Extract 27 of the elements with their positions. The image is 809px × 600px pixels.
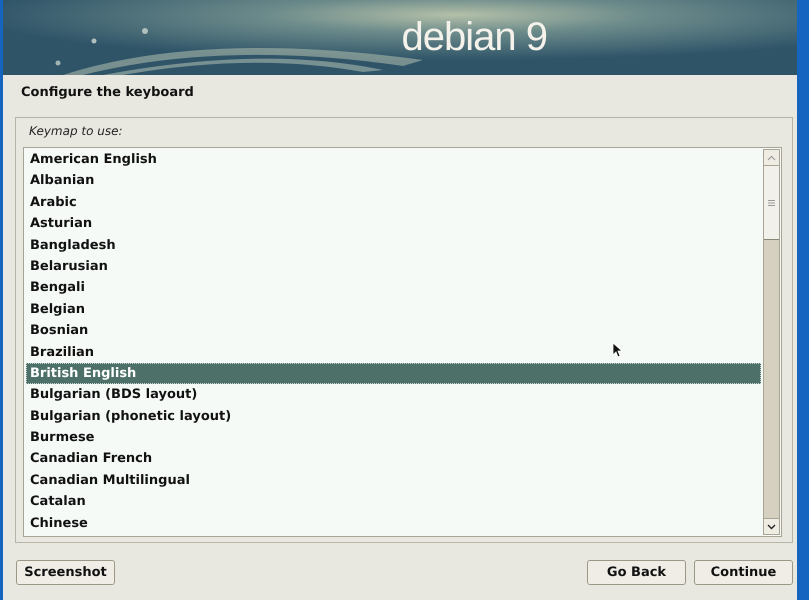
list-item[interactable]: Belarusian: [26, 256, 761, 278]
scrollbar[interactable]: [763, 149, 780, 535]
screenshot-button[interactable]: Screenshot: [16, 560, 115, 585]
list-item[interactable]: Bosnian: [26, 320, 761, 342]
list-item[interactable]: Canadian Multilingual: [26, 470, 761, 492]
list-item[interactable]: American English: [26, 149, 761, 170]
list-item[interactable]: Albanian: [26, 170, 761, 192]
list-item[interactable]: Catalan: [26, 491, 761, 513]
list-item[interactable]: Chinese: [26, 512, 761, 534]
grip-icon[interactable]: [768, 200, 775, 206]
list-item[interactable]: Bulgarian (phonetic layout): [26, 406, 761, 428]
wizard-button[interactable]: Go Back: [587, 560, 686, 585]
list-item[interactable]: Asturian: [26, 213, 761, 235]
list-item[interactable]: British English: [26, 362, 761, 384]
logo-text: debian 9: [402, 15, 547, 60]
mouse-pointer-icon: [612, 342, 622, 358]
list-item[interactable]: Arabic: [26, 192, 761, 214]
list-item[interactable]: Bengali: [26, 277, 761, 299]
list-item[interactable]: Canadian French: [26, 448, 761, 470]
keymap-label: Keymap to use:: [29, 124, 124, 138]
list-item[interactable]: Burmese: [26, 427, 761, 448]
list-item[interactable]: Bangladesh: [26, 234, 761, 256]
list-item[interactable]: Brazilian: [26, 342, 761, 363]
list-item[interactable]: Bulgarian (BDS layout): [26, 384, 761, 406]
list-item[interactable]: Belgian: [26, 298, 761, 320]
wizard-button[interactable]: Continue: [694, 560, 793, 585]
page-title: Configure the keyboard: [20, 84, 195, 102]
